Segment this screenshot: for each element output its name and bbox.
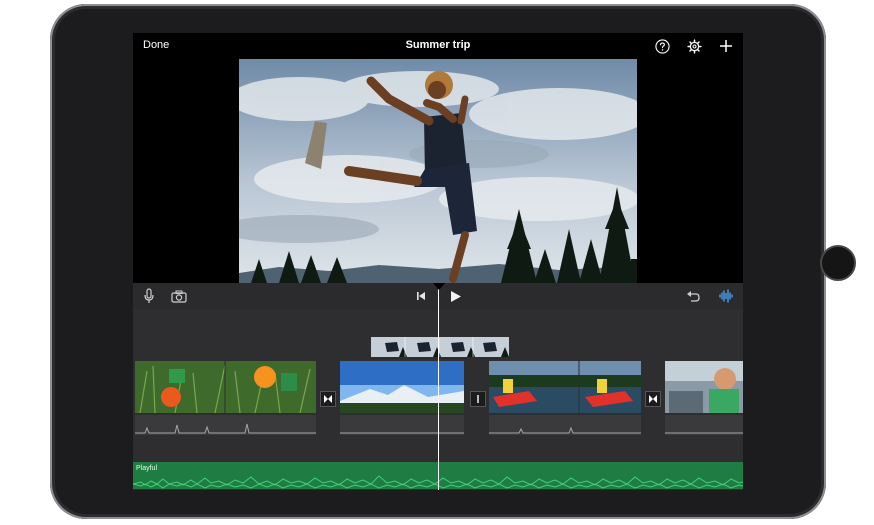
help-icon[interactable] — [654, 38, 670, 54]
clip-thumbnail — [340, 361, 464, 413]
clip-thumbnail — [489, 361, 641, 413]
child-in-car-clip[interactable] — [665, 361, 743, 435]
top-bar: Done Summer trip — [133, 33, 743, 59]
clip-audio-waveform — [665, 415, 743, 435]
clip-audio-waveform — [489, 415, 641, 435]
plus-icon[interactable] — [718, 38, 734, 54]
clip-thumbnail — [665, 361, 743, 413]
home-button[interactable] — [820, 245, 856, 281]
skip-to-start-icon[interactable] — [413, 288, 429, 304]
kayaks-on-lake-clip[interactable] — [489, 361, 641, 435]
transition-icon[interactable] — [645, 391, 661, 407]
clip-audio-waveform — [340, 415, 464, 435]
playhead-marker[interactable] — [433, 283, 445, 290]
jumping-boy-cutaway-clip[interactable] — [371, 337, 509, 357]
mountain-landscape-clip[interactable] — [340, 361, 464, 435]
camera-icon[interactable] — [171, 288, 187, 304]
transition-icon[interactable] — [470, 391, 486, 407]
audio-waveform-icon[interactable] — [718, 288, 734, 304]
play-icon[interactable] — [447, 288, 463, 304]
video-preview-frame[interactable] — [239, 59, 637, 283]
microphone-icon[interactable] — [141, 288, 157, 304]
kids-in-grass-clip[interactable] — [135, 361, 316, 435]
clip-thumbnail — [135, 361, 316, 413]
playhead[interactable] — [438, 283, 439, 490]
gear-icon[interactable] — [686, 38, 702, 54]
project-title: Summer trip — [405, 39, 471, 51]
undo-icon[interactable] — [685, 288, 701, 304]
video-viewer — [133, 59, 743, 283]
imovie-screen: Done Summer trip Playful — [133, 33, 743, 490]
clip-audio-waveform — [135, 415, 316, 435]
transition-icon[interactable] — [320, 391, 336, 407]
